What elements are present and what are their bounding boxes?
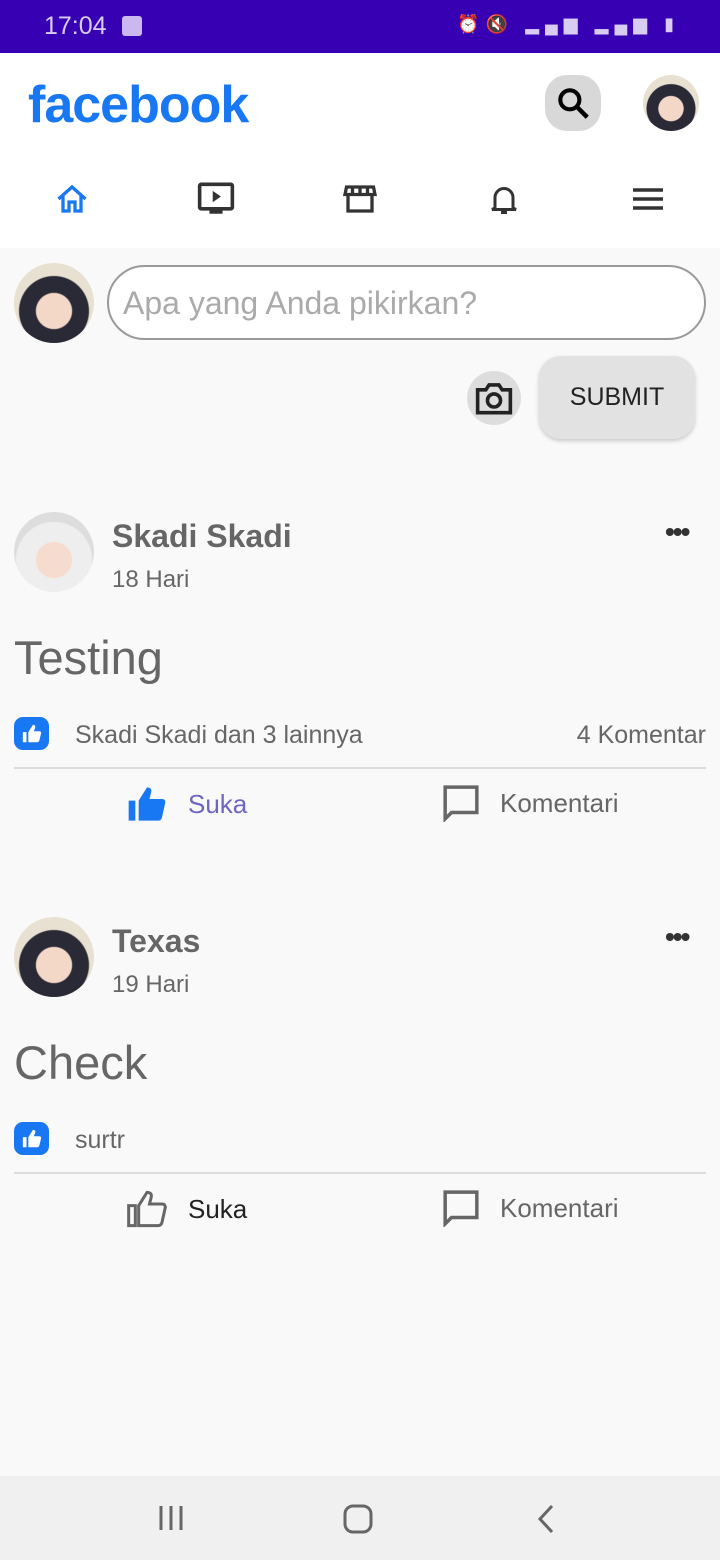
author-avatar[interactable] xyxy=(14,512,94,592)
more-options-icon[interactable]: ••• xyxy=(665,516,690,548)
author-name[interactable]: Texas xyxy=(112,923,200,960)
camera-button[interactable] xyxy=(467,371,521,425)
profile-avatar[interactable] xyxy=(643,75,699,131)
search-icon xyxy=(558,88,589,119)
like-badge-icon xyxy=(14,1122,49,1155)
comment-label: Komentari xyxy=(500,787,619,818)
status-icons: ⏰🔇 ▂▄▆ ▂▄▆ ▮ xyxy=(457,14,680,34)
comment-count[interactable]: 4 Komentar xyxy=(577,721,706,750)
comment-button[interactable]: Komentari xyxy=(442,784,619,822)
recents-icon[interactable] xyxy=(156,1504,186,1532)
home-nav-icon[interactable] xyxy=(343,1504,373,1534)
like-label: Suka xyxy=(188,788,248,819)
home-icon xyxy=(57,184,87,213)
author-avatar[interactable] xyxy=(14,917,94,997)
comment-icon xyxy=(443,785,479,822)
tab-notifications[interactable] xyxy=(432,181,576,217)
likers-text[interactable]: Skadi Skadi dan 3 lainnya xyxy=(75,721,363,750)
like-badge-icon xyxy=(14,717,49,750)
thumbs-up-icon xyxy=(128,787,166,821)
like-button[interactable]: Suka xyxy=(126,784,247,824)
post-text: Check xyxy=(14,1036,148,1089)
composer-avatar xyxy=(14,263,94,343)
post-card: Texas 19 Hari ••• Check surtr Suka Komen… xyxy=(0,917,720,1277)
tab-watch[interactable] xyxy=(144,181,288,217)
submit-button[interactable]: SUBMIT xyxy=(539,356,695,439)
tab-menu[interactable] xyxy=(576,181,720,217)
video-icon xyxy=(197,182,235,214)
author-name[interactable]: Skadi Skadi xyxy=(112,518,292,555)
store-icon xyxy=(342,185,378,213)
back-icon[interactable] xyxy=(536,1504,556,1534)
comment-label: Komentari xyxy=(500,1192,619,1223)
tab-bar xyxy=(0,181,720,217)
clock: 17:04 xyxy=(44,12,107,40)
search-button[interactable] xyxy=(545,75,601,131)
thumbs-up-outline-icon xyxy=(127,1190,167,1228)
status-input[interactable]: Apa yang Anda pikirkan? xyxy=(107,265,706,340)
tab-marketplace[interactable] xyxy=(288,181,432,217)
camera-icon xyxy=(475,383,513,415)
post-text: Testing xyxy=(14,631,163,684)
like-label: Suka xyxy=(188,1193,248,1224)
comment-button[interactable]: Komentari xyxy=(442,1189,619,1227)
likers-text[interactable]: surtr xyxy=(75,1126,125,1155)
bell-icon xyxy=(491,187,517,214)
status-bar: 17:04 ⏰🔇 ▂▄▆ ▂▄▆ ▮ xyxy=(0,0,720,53)
app-header: facebook xyxy=(0,53,720,248)
post-card: Skadi Skadi 18 Hari ••• Testing Skadi Sk… xyxy=(0,512,720,872)
hamburger-icon xyxy=(633,188,663,210)
wifi-icon xyxy=(122,16,142,36)
facebook-logo: facebook xyxy=(28,76,249,134)
tab-home[interactable] xyxy=(0,181,144,217)
like-button[interactable]: Suka xyxy=(126,1189,247,1229)
post-time: 18 Hari xyxy=(112,566,190,593)
divider xyxy=(14,767,706,769)
post-time: 19 Hari xyxy=(112,971,190,998)
divider xyxy=(14,1172,706,1174)
system-nav-bar xyxy=(0,1476,720,1560)
comment-icon xyxy=(443,1190,479,1227)
more-options-icon[interactable]: ••• xyxy=(665,921,690,953)
